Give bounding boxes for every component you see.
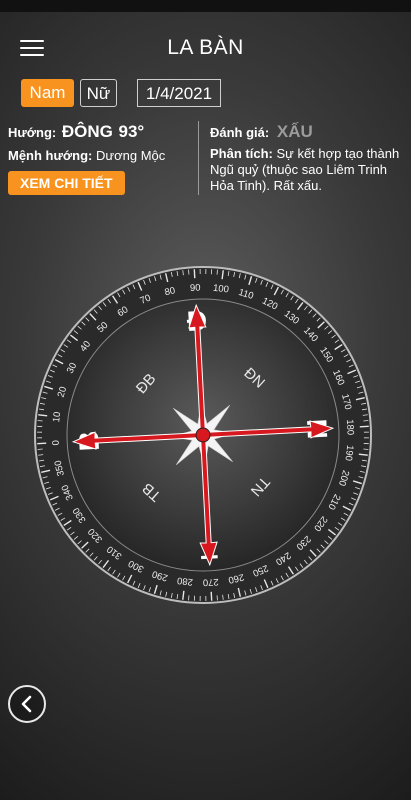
direction-info: Hướng: ĐÔNG 93° Mệnh hướng: Dương Mộc XE… [8,122,198,195]
fate-value: Dương Mộc [96,148,166,163]
direction-name: ĐÔNG [61,122,113,141]
evaluation-row: Đánh giá: XẤU [210,122,400,142]
tick-label: 10 [51,411,63,423]
tick-label: 280 [177,574,194,587]
analysis-label: Phân tích: [210,146,273,161]
tick-label: 90 [190,282,201,294]
direction-row: Hướng: ĐÔNG 93° [8,122,198,142]
view-detail-button[interactable]: XEM CHI TIẾT [8,171,125,195]
evaluation-value: XẤU [276,122,313,141]
evaluation-info: Đánh giá: XẤU Phân tích: Sự kết hợp tạo … [210,122,400,194]
back-button[interactable] [8,685,46,723]
tick-label: 270 [202,576,218,588]
tick-label: 100 [212,283,229,296]
chevron-left-icon [21,695,32,713]
page-title: LA BÀN [167,36,244,59]
evaluation-label: Đánh giá: [210,125,270,140]
date-field[interactable]: 1/4/2021 [137,79,221,107]
tick-label: 190 [342,444,355,461]
status-bar [0,0,411,12]
fate-row: Mệnh hướng: Dương Mộc [8,148,198,163]
direction-label: Hướng: [8,125,57,140]
info-divider [198,121,199,195]
tick-label: 180 [344,419,356,435]
fate-label: Mệnh hướng: [8,148,93,163]
gender-male-button[interactable]: Nam [21,79,74,107]
tick-label: 0 [51,440,62,446]
gender-female-button[interactable]: Nữ [80,79,117,107]
compass-dial[interactable]: 01020304050607080 90 100 110120130140150160… [20,266,390,626]
direction-degrees: 93° [118,122,145,141]
compass-center [195,427,211,443]
analysis-row: Phân tích: Sự kết hợp tạo thành Ngũ quỷ … [210,146,400,194]
